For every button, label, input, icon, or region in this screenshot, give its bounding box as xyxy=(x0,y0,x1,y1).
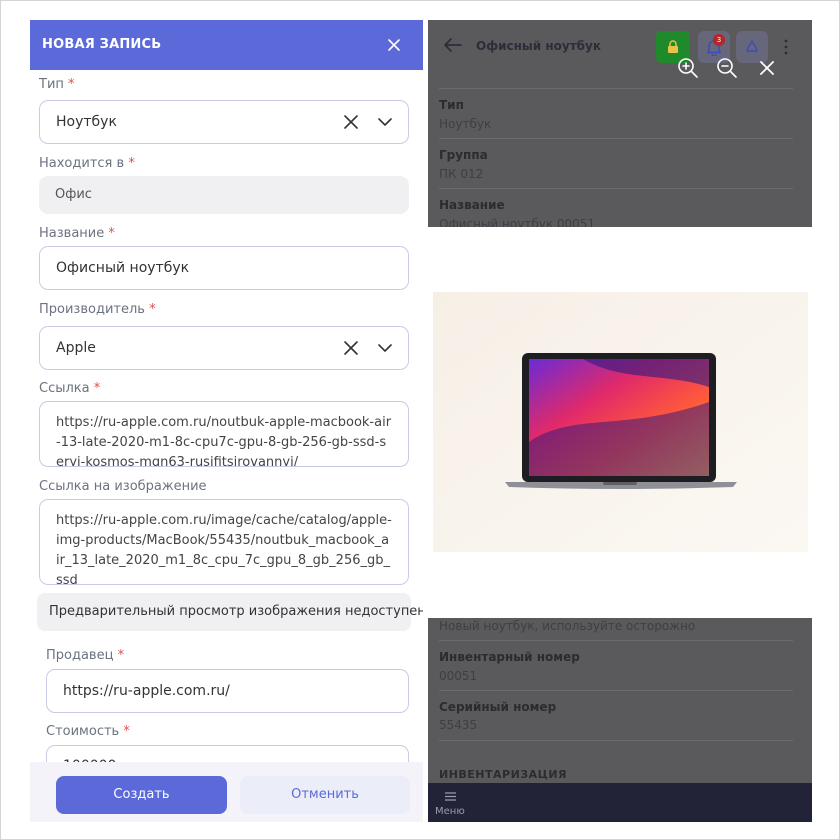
location-field[interactable]: Офис xyxy=(39,176,409,214)
cancel-button[interactable]: Отменить xyxy=(240,776,410,814)
detail-field-value: 00051 xyxy=(439,669,478,683)
screenshot-frame: НОВАЯ ЗАПИСЬ Тип * Ноутбук Находится в *… xyxy=(0,0,840,840)
manufacturer-label: Производитель * xyxy=(39,302,156,317)
back-arrow-icon[interactable] xyxy=(444,38,462,52)
laptop-photo xyxy=(433,292,808,552)
chevron-down-icon[interactable] xyxy=(376,113,394,131)
type-value: Ноутбук xyxy=(56,114,117,130)
lock-icon xyxy=(668,40,678,53)
type-label: Тип * xyxy=(39,77,75,92)
image-link-label: Ссылка на изображение xyxy=(39,479,207,494)
detail-title: Офисный ноутбук xyxy=(476,39,602,53)
detail-panel-top: Офисный ноутбук 3 Тип Ноутбук Группа ПК … xyxy=(428,20,812,227)
image-preview-placeholder: Предварительный просмотр изображения нед… xyxy=(37,593,423,631)
detail-field-value: Офисный ноутбук 00051 xyxy=(439,217,596,227)
name-label: Название * xyxy=(39,226,115,241)
type-select[interactable]: Ноутбук xyxy=(39,100,409,144)
chevron-down-icon[interactable] xyxy=(376,339,394,357)
detail-field-label: Серийный номер xyxy=(439,700,557,714)
dialog-header: НОВАЯ ЗАПИСЬ xyxy=(30,20,423,70)
inventory-section-heading: ИНВЕНТАРИЗАЦИЯ xyxy=(439,768,568,781)
menu-label[interactable]: Меню xyxy=(435,806,465,817)
divider xyxy=(439,88,793,89)
hamburger-menu-icon[interactable] xyxy=(445,792,456,801)
link-label: Ссылка * xyxy=(39,381,101,396)
image-link-value: https://ru-apple.com.ru/image/cache/cata… xyxy=(56,513,392,585)
preview-unavailable-text: Предварительный просмотр изображения нед… xyxy=(49,604,423,619)
clear-icon[interactable] xyxy=(342,113,360,131)
dialog-title: НОВАЯ ЗАПИСЬ xyxy=(42,37,162,52)
divider xyxy=(439,138,793,139)
name-value: Офисный ноутбук xyxy=(56,260,190,276)
description-text: Новый ноутбук, используйте осторожно xyxy=(439,619,696,633)
detail-field-label: Инвентарный номер xyxy=(439,650,580,664)
new-record-dialog: НОВАЯ ЗАПИСЬ Тип * Ноутбук Находится в *… xyxy=(30,20,423,822)
notification-badge: 3 xyxy=(713,34,725,46)
manufacturer-value: Apple xyxy=(56,340,96,356)
divider xyxy=(439,188,793,189)
divider xyxy=(439,640,793,641)
close-icon[interactable] xyxy=(384,35,404,55)
detail-field-label: Название xyxy=(439,198,505,212)
clear-icon[interactable] xyxy=(342,339,360,357)
detail-field-label: Группа xyxy=(439,148,488,162)
image-link-textarea[interactable]: https://ru-apple.com.ru/image/cache/cata… xyxy=(39,499,409,585)
close-viewer-icon[interactable] xyxy=(757,58,777,78)
seller-value: https://ru-apple.com.ru/ xyxy=(63,683,230,699)
seller-input[interactable]: https://ru-apple.com.ru/ xyxy=(46,669,409,713)
location-label: Находится в * xyxy=(39,156,135,171)
divider xyxy=(439,740,793,741)
name-input[interactable]: Офисный ноутбук xyxy=(39,246,409,290)
dialog-footer: Создать Отменить xyxy=(30,762,423,822)
recycle-icon xyxy=(746,40,758,52)
cost-label: Стоимость * xyxy=(46,724,130,739)
seller-label: Продавец * xyxy=(46,648,125,663)
create-button[interactable]: Создать xyxy=(56,776,227,814)
detail-panel-bottom: Новый ноутбук, используйте осторожно Инв… xyxy=(428,618,812,822)
bottom-menu-bar[interactable]: Меню xyxy=(428,783,812,822)
link-textarea[interactable]: https://ru-apple.com.ru/noutbuk-apple-ma… xyxy=(39,401,409,467)
detail-field-value: ПК 012 xyxy=(439,167,484,181)
zoom-out-icon[interactable] xyxy=(716,57,738,79)
divider xyxy=(439,690,793,691)
detail-field-label: Тип xyxy=(439,98,464,112)
detail-field-value: Ноутбук xyxy=(439,117,492,131)
zoom-in-icon[interactable] xyxy=(677,57,699,79)
detail-field-value: 55435 xyxy=(439,718,478,732)
location-value: Офис xyxy=(55,187,92,202)
manufacturer-select[interactable]: Apple xyxy=(39,326,409,370)
link-value: https://ru-apple.com.ru/noutbuk-apple-ma… xyxy=(56,415,392,467)
more-vertical-icon[interactable] xyxy=(782,38,790,56)
